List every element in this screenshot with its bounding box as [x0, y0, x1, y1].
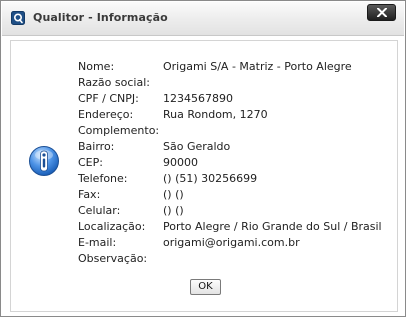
field-label: Telefone: — [78, 172, 128, 185]
field-value: 90000 — [163, 156, 198, 169]
field-value: () (51) 30256699 — [163, 172, 258, 185]
field-label: E-mail: — [78, 236, 117, 249]
field-label: Celular: — [78, 204, 121, 217]
field-value: Porto Alegre / Rio Grande do Sul / Brasi… — [163, 220, 382, 233]
field-value: Origami S/A - Matriz - Porto Alegre — [163, 60, 352, 73]
field-label: Bairro: — [78, 140, 115, 153]
field-value: São Geraldo — [163, 140, 231, 153]
field-label: Nome: — [78, 60, 115, 73]
field-label: CEP: — [78, 156, 103, 169]
field-label: Complemento: — [78, 124, 160, 137]
field-label: Observação: — [78, 252, 148, 265]
field-label: CPF / CNPJ: — [78, 92, 139, 105]
dialog-title: Qualitor - Informação — [33, 11, 168, 24]
ok-button[interactable]: OK — [190, 279, 221, 295]
info-icon — [29, 146, 59, 176]
field-value: origami@origami.com.br — [163, 236, 300, 249]
field-label: Razão social: — [78, 76, 150, 89]
field-value: Rua Rondom, 1270 — [163, 108, 268, 121]
field-value: () () — [163, 188, 184, 201]
qualitor-app-icon — [11, 11, 25, 25]
dialog-content: Nome: Origami S/A - Matriz - Porto Alegre… — [10, 40, 398, 312]
info-dialog: Qualitor - Informação Nome: Origami S/A -… — [0, 0, 406, 317]
close-icon — [377, 8, 387, 17]
field-label: Endereço: — [78, 108, 134, 121]
field-value: 1234567890 — [163, 92, 233, 105]
field-label: Localização: — [78, 220, 146, 233]
title-bar[interactable]: Qualitor - Informação — [2, 2, 404, 36]
close-button[interactable] — [367, 4, 396, 21]
field-label: Fax: — [78, 188, 101, 201]
field-value: () () — [163, 204, 184, 217]
